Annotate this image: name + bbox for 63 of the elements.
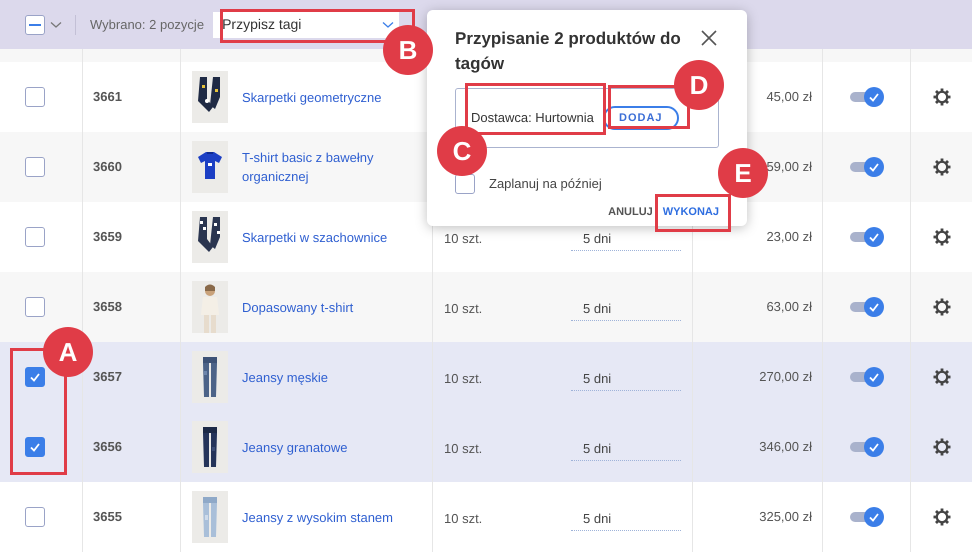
product-id: 3659 [93, 228, 122, 246]
price-text: 346,00 zł [759, 438, 812, 456]
quantity-text: 10 szt. [444, 300, 482, 318]
select-all-checkbox[interactable] [25, 14, 45, 34]
product-id: 3657 [93, 368, 122, 386]
chevron-down-icon[interactable] [50, 20, 62, 28]
product-id: 3661 [93, 88, 122, 106]
product-id: 3660 [93, 158, 122, 176]
delivery-days-field[interactable]: 5 dni [571, 363, 681, 391]
chevron-down-icon [382, 20, 394, 28]
settings-icon[interactable] [932, 228, 950, 246]
quantity-text: 10 szt. [444, 510, 482, 528]
active-toggle[interactable] [850, 507, 884, 527]
checkbox[interactable] [25, 87, 45, 107]
settings-icon[interactable] [932, 158, 950, 176]
product-id: 3658 [93, 298, 122, 316]
price-text: 23,00 zł [766, 228, 812, 246]
cancel-button[interactable]: ANULUJ [608, 204, 653, 220]
product-link[interactable]: Jeansy z wysokim stanem [242, 508, 422, 526]
checkbox[interactable] [25, 437, 45, 457]
schedule-label: Zaplanuj na później [489, 175, 602, 194]
checkbox[interactable] [25, 297, 45, 317]
settings-icon[interactable] [932, 88, 950, 106]
active-toggle[interactable] [850, 157, 884, 177]
minus-icon [29, 24, 41, 26]
active-toggle[interactable] [850, 437, 884, 457]
price-text: 45,00 zł [766, 88, 812, 106]
product-link[interactable]: Skarpetki w szachownice [242, 228, 422, 246]
product-link[interactable]: Dopasowany t-shirt [242, 298, 422, 316]
settings-icon[interactable] [932, 368, 950, 386]
checkbox[interactable] [455, 174, 475, 194]
quantity-text: 10 szt. [444, 370, 482, 388]
price-text: 59,00 zł [766, 158, 812, 176]
product-id: 3656 [93, 438, 122, 456]
product-link[interactable]: Jeansy granatowe [242, 438, 422, 456]
product-id: 3655 [93, 508, 122, 526]
checkbox[interactable] [25, 507, 45, 527]
checkbox[interactable] [25, 367, 45, 387]
quantity-text: 10 szt. [444, 230, 482, 248]
product-link[interactable]: T-shirt basic z bawełny organicznej [242, 148, 422, 186]
active-toggle[interactable] [850, 227, 884, 247]
settings-icon[interactable] [932, 298, 950, 316]
product-link[interactable]: Jeansy męskie [242, 368, 422, 386]
tag-action-dropdown[interactable]: Przypisz tagi [213, 12, 400, 38]
confirm-button[interactable]: WYKONAJ [662, 204, 719, 220]
close-icon[interactable] [701, 30, 717, 46]
delivery-days-field[interactable]: 5 dni [571, 503, 681, 531]
selection-count: Wybrano: 2 pozycje [90, 16, 204, 34]
quantity-text: 10 szt. [444, 440, 482, 458]
product-link[interactable]: Skarpetki geometryczne [242, 88, 422, 106]
price-text: 270,00 zł [759, 368, 812, 386]
checkbox[interactable] [25, 227, 45, 247]
active-toggle[interactable] [850, 87, 884, 107]
delivery-days-field[interactable]: 5 dni [571, 293, 681, 321]
active-toggle[interactable] [850, 367, 884, 387]
settings-icon[interactable] [932, 438, 950, 456]
delivery-days-field[interactable]: 5 dni [571, 433, 681, 461]
price-text: 63,00 zł [766, 298, 812, 316]
tag-input[interactable]: Dostawca: Hurtownia [471, 108, 595, 128]
settings-icon[interactable] [932, 508, 950, 526]
active-toggle[interactable] [850, 297, 884, 317]
price-text: 325,00 zł [759, 508, 812, 526]
checkbox[interactable] [25, 157, 45, 177]
